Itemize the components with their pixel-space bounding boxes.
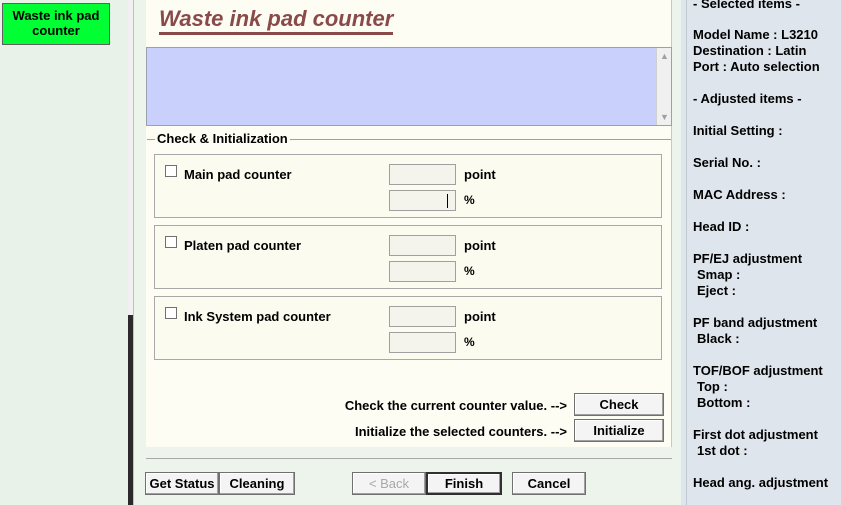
initialize-instruction-text: Initialize the selected counters. -->	[354, 424, 567, 439]
platen-pad-checkbox[interactable]	[165, 236, 177, 248]
pf-band-adjustment: PF band adjustment	[693, 315, 818, 330]
message-box[interactable]: ▲ ▼	[146, 47, 672, 126]
main-pad-point-field[interactable]	[389, 164, 456, 185]
text-cursor	[447, 194, 448, 208]
check-button[interactable]: Check	[574, 393, 664, 416]
main-pad-point-unit: point	[464, 167, 496, 182]
main-pad-label: Main pad counter	[184, 167, 292, 182]
check-init-group: Check & Initialization Main pad counter …	[147, 132, 671, 446]
message-scrollbar[interactable]: ▲ ▼	[656, 48, 671, 125]
scroll-up-icon[interactable]: ▲	[660, 51, 669, 61]
head-id: Head ID :	[693, 219, 750, 234]
port: Port : Auto selection	[693, 59, 820, 74]
head-ang-adjustment: Head ang. adjustment	[693, 475, 829, 490]
eject: Eject :	[697, 283, 737, 298]
serial-no: Serial No. :	[693, 155, 761, 170]
platen-pad-counter-box: Platen pad counter point %	[154, 225, 662, 289]
scroll-down-icon[interactable]: ▼	[660, 112, 669, 122]
model-name: Model Name : L3210	[693, 27, 818, 42]
get-status-button[interactable]: Get Status	[145, 472, 219, 495]
mac-address: MAC Address :	[693, 187, 786, 202]
group-label: Check & Initialization	[155, 131, 290, 146]
info-panel: - Selected items - Model Name : L3210 De…	[686, 0, 841, 505]
adjusted-items-header: - Adjusted items -	[693, 91, 802, 106]
page-title: Waste ink pad counter	[159, 6, 394, 35]
black: Black :	[697, 331, 740, 346]
ink-system-pad-percent-unit: %	[464, 335, 475, 349]
ink-system-pad-checkbox[interactable]	[165, 307, 177, 319]
nav-item-waste-ink-pad-counter[interactable]: Waste ink pad counter	[2, 3, 110, 45]
nav-item-label-line2: counter	[32, 23, 80, 38]
main-pad-percent-field[interactable]	[389, 190, 456, 211]
platen-pad-label: Platen pad counter	[184, 238, 302, 253]
ink-system-pad-percent-field[interactable]	[389, 332, 456, 353]
main-pad-percent-unit: %	[464, 193, 475, 207]
smap: Smap :	[697, 267, 741, 282]
first-dot-value: 1st dot :	[697, 443, 748, 458]
cleaning-button[interactable]: Cleaning	[219, 472, 295, 495]
first-dot-adjustment: First dot adjustment	[693, 427, 818, 442]
ink-system-pad-point-field[interactable]	[389, 306, 456, 327]
initial-setting: Initial Setting :	[693, 123, 783, 138]
platen-pad-point-unit: point	[464, 238, 496, 253]
top: Top :	[697, 379, 728, 394]
platen-pad-percent-unit: %	[464, 264, 475, 278]
cancel-button[interactable]: Cancel	[512, 472, 586, 495]
finish-button[interactable]: Finish	[426, 472, 502, 495]
main-pad-counter-box: Main pad counter point %	[154, 154, 662, 218]
selected-items-header: - Selected items -	[693, 0, 800, 11]
nav-item-label-line1: Waste ink pad	[12, 8, 100, 23]
platen-pad-percent-field[interactable]	[389, 261, 456, 282]
ink-system-pad-point-unit: point	[464, 309, 496, 324]
main-pad-checkbox[interactable]	[165, 165, 177, 177]
bottom: Bottom :	[697, 395, 751, 410]
ink-system-pad-counter-box: Ink System pad counter point %	[154, 296, 662, 360]
ink-system-pad-label: Ink System pad counter	[184, 309, 331, 324]
pfej-adjustment: PF/EJ adjustment	[693, 251, 803, 266]
initialize-button[interactable]: Initialize	[574, 419, 664, 442]
destination: Destination : Latin	[693, 43, 807, 58]
check-instruction-text: Check the current counter value. -->	[344, 398, 567, 413]
platen-pad-point-field[interactable]	[389, 235, 456, 256]
main-window: Waste ink pad counter ▲ ▼ Check & Initia…	[133, 0, 681, 505]
left-nav-panel: Waste ink pad counter	[0, 0, 128, 505]
footer-separator	[146, 458, 672, 459]
tof-bof-adjustment: TOF/BOF adjustment	[693, 363, 823, 378]
back-button[interactable]: < Back	[352, 472, 426, 495]
